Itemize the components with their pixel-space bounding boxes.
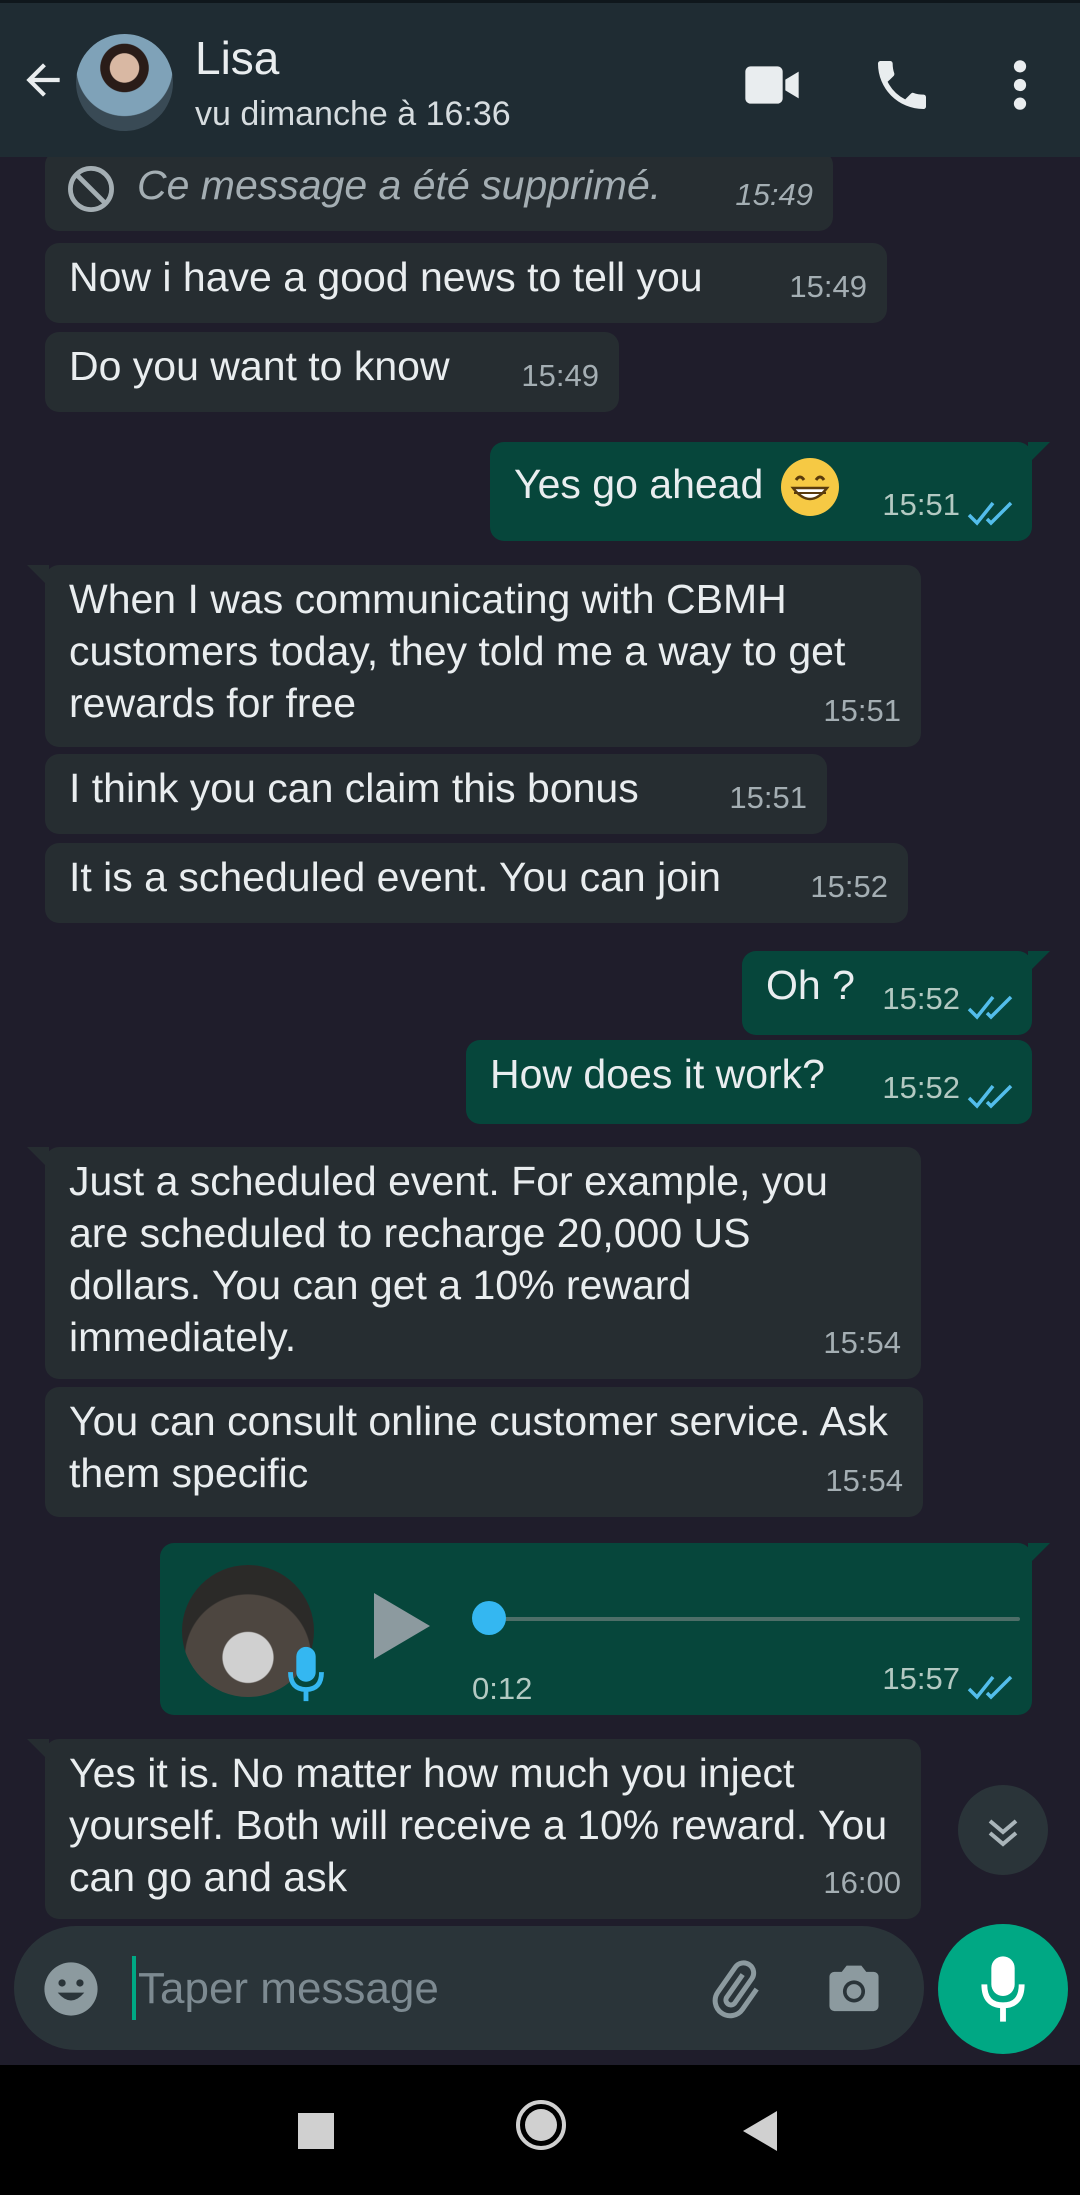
message-list[interactable]: Ce message a été supprimé. 15:49 Now i h… <box>0 157 1080 1919</box>
message-text: I think you can claim this bonus <box>69 765 639 811</box>
read-double-check-icon <box>967 501 1013 526</box>
system-navigation-bar <box>0 2065 1080 2195</box>
message-time: 15:52 <box>882 981 960 1016</box>
emoji-icon[interactable] <box>42 1960 100 2018</box>
play-icon[interactable] <box>368 1589 432 1663</box>
read-double-check-icon <box>967 995 1013 1020</box>
message-time: 15:51 <box>823 693 901 728</box>
voice-duration: 0:12 <box>472 1671 533 1706</box>
message-text: Ce message a été supprimé. <box>137 162 662 208</box>
message-text: Oh ? <box>766 962 855 1008</box>
bubble-tail <box>27 1147 49 1169</box>
message-time: 15:51 <box>882 487 960 522</box>
deleted-message-icon <box>68 166 114 212</box>
message-bubble-outgoing[interactable]: Yes go ahead 15:51 <box>490 442 1050 541</box>
message-time: 15:52 <box>882 1070 960 1105</box>
message-bubble-incoming[interactable]: When I was communicating with CBMH custo… <box>27 565 921 747</box>
paperclip-icon[interactable] <box>704 1960 764 2020</box>
message-bubble-incoming[interactable]: Now i have a good news to tell you 15:49 <box>45 243 887 323</box>
contact-avatar[interactable] <box>76 34 173 131</box>
message-time: 15:57 <box>882 1661 960 1696</box>
message-bubble-incoming[interactable]: Yes it is. No matter how much you inject… <box>27 1739 921 1919</box>
bubble-tail <box>1028 442 1050 464</box>
read-double-check-icon <box>967 1084 1013 1109</box>
message-composer: Taper message <box>14 1926 924 2050</box>
back-arrow-icon[interactable] <box>18 55 68 105</box>
voice-progress-handle[interactable] <box>472 1601 506 1635</box>
message-text: It is a scheduled event. You can join <box>69 854 721 900</box>
bubble-tail <box>1028 1543 1050 1565</box>
message-time: 15:52 <box>810 869 888 904</box>
message-bubble-incoming[interactable]: I think you can claim this bonus 15:51 <box>45 754 827 834</box>
contact-name[interactable]: Lisa <box>195 31 279 85</box>
message-text: Do you want to know <box>69 343 450 389</box>
message-bubble-deleted[interactable]: Ce message a été supprimé. 15:49 <box>45 157 833 231</box>
message-text: Yes it is. No matter how much you inject… <box>69 1750 888 1900</box>
back-icon[interactable] <box>735 2105 787 2157</box>
microphone-badge-icon <box>288 1646 324 1702</box>
message-time: 15:49 <box>735 177 813 212</box>
phone-call-icon[interactable] <box>870 53 934 117</box>
chat-header: Lisa vu dimanche à 16:36 <box>0 0 1080 157</box>
voice-record-button[interactable] <box>938 1924 1068 2054</box>
message-time: 15:49 <box>521 358 599 393</box>
message-text: You can consult online customer service.… <box>69 1398 888 1496</box>
message-text: Just a scheduled event. For example, you… <box>69 1158 828 1360</box>
text-cursor <box>132 1956 136 2020</box>
camera-icon[interactable] <box>824 1962 884 2016</box>
recent-apps-icon[interactable] <box>290 2105 342 2157</box>
message-time: 15:51 <box>729 780 807 815</box>
bubble-tail <box>27 565 49 587</box>
video-call-icon[interactable] <box>740 53 804 117</box>
message-bubble-outgoing[interactable]: Oh ? 15:52 <box>742 951 1050 1035</box>
message-time: 15:49 <box>789 269 867 304</box>
more-options-icon[interactable] <box>1000 53 1040 117</box>
double-chevron-down-icon <box>988 1819 1018 1847</box>
message-bubble-incoming[interactable]: Do you want to know 15:49 <box>45 332 619 412</box>
message-bubble-outgoing[interactable]: How does it work? 15:52 <box>466 1040 1032 1124</box>
message-input[interactable]: Taper message <box>138 1964 439 2014</box>
message-text: How does it work? <box>490 1051 825 1097</box>
bubble-tail <box>1028 951 1050 973</box>
message-text: Yes go ahead <box>514 461 764 507</box>
voice-progress-track[interactable] <box>490 1617 1020 1621</box>
grinning-face-emoji-icon <box>780 458 839 517</box>
message-time: 16:00 <box>823 1865 901 1900</box>
message-bubble-incoming[interactable]: You can consult online customer service.… <box>45 1387 923 1517</box>
message-bubble-incoming[interactable]: Just a scheduled event. For example, you… <box>27 1147 921 1379</box>
message-bubble-incoming[interactable]: It is a scheduled event. You can join 15… <box>45 843 908 923</box>
voice-message-bubble[interactable]: 0:12 15:57 <box>160 1543 1050 1715</box>
message-text: When I was communicating with CBMH custo… <box>69 576 846 726</box>
scroll-to-bottom-button[interactable] <box>958 1785 1048 1875</box>
message-text: Now i have a good news to tell you <box>69 254 703 300</box>
last-seen-status: vu dimanche à 16:36 <box>195 95 511 133</box>
microphone-icon <box>981 1956 1025 2022</box>
bubble-tail <box>27 1739 49 1761</box>
home-icon[interactable] <box>513 2097 569 2153</box>
message-time: 15:54 <box>823 1325 901 1360</box>
message-time: 15:54 <box>825 1463 903 1498</box>
read-double-check-icon <box>967 1675 1013 1700</box>
